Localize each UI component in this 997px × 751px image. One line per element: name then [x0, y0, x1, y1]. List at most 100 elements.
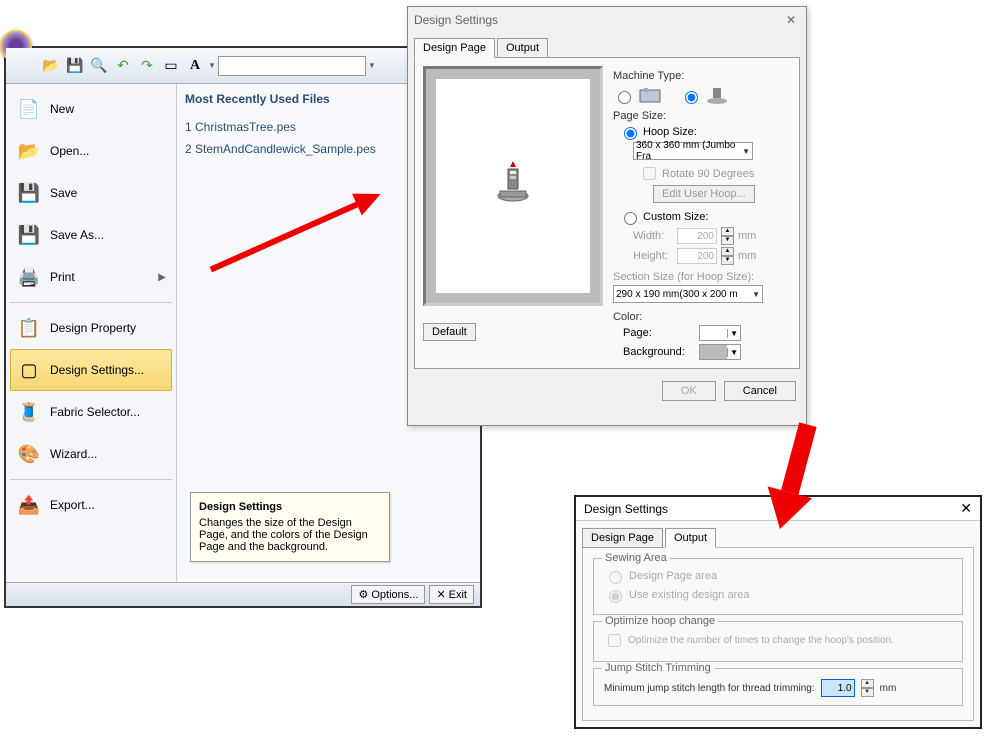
- design-settings-tooltip: Design Settings Changes the size of the …: [190, 492, 390, 562]
- page-preview: [423, 66, 603, 306]
- section-size-dropdown[interactable]: 290 x 190 mm(300 x 200 m ▼: [613, 285, 763, 303]
- menu-open[interactable]: 📂 Open...: [10, 130, 172, 172]
- settings-right-panel: Machine Type: Page Size: Hoop Size: 360 …: [613, 66, 791, 360]
- print-icon: 🖨️: [16, 264, 42, 290]
- menu-design-settings[interactable]: ▢ Design Settings...: [10, 349, 172, 391]
- dropdown-arrow-icon: ▼: [752, 290, 760, 299]
- checkbox-rotate90: [643, 167, 656, 180]
- dialog-titlebar: Design Settings ✕: [408, 7, 806, 33]
- sewing-machine-icon: [636, 86, 664, 106]
- dialog-buttons: OK Cancel: [408, 375, 806, 407]
- menu-label: Save As...: [50, 228, 104, 242]
- fabric-icon: 🧵: [16, 399, 42, 425]
- spin-down-icon[interactable]: ▼: [721, 256, 734, 265]
- machine-type-option-2[interactable]: [680, 86, 731, 106]
- menu-export[interactable]: 📤 Export...: [10, 484, 172, 526]
- menu-label: Export...: [50, 498, 95, 512]
- redo-icon[interactable]: ↷: [136, 55, 158, 77]
- menu-print[interactable]: 🖨️ Print ▶: [10, 256, 172, 298]
- menu-fabric-selector[interactable]: 🧵 Fabric Selector...: [10, 391, 172, 433]
- exit-label: Exit: [449, 589, 467, 601]
- page-size-label: Page Size:: [613, 110, 791, 122]
- design-settings-dialog: Design Settings ✕ Design Page Output: [407, 6, 807, 426]
- text-icon[interactable]: A: [184, 55, 206, 77]
- optimize-hoop-group: Optimize hoop change Optimize the number…: [593, 621, 963, 662]
- zoom-icon[interactable]: 🔍: [88, 55, 110, 77]
- dropdown-arrow-icon: ▼: [727, 348, 740, 357]
- menu-wizard[interactable]: 🎨 Wizard...: [10, 433, 172, 475]
- section-size-label: Section Size (for Hoop Size):: [613, 271, 791, 283]
- menu-label: Wizard...: [50, 447, 97, 461]
- dropdown-arrow-icon: ▼: [742, 147, 750, 156]
- hoop-size-dropdown[interactable]: 360 x 360 mm (Jumbo Fra ▼: [633, 142, 753, 160]
- menu-save-as[interactable]: 💾 Save As...: [10, 214, 172, 256]
- radio-machine-2[interactable]: [685, 91, 698, 104]
- menu-new[interactable]: 📄 New: [10, 88, 172, 130]
- height-label: Height:: [633, 250, 673, 262]
- menu-label: Fabric Selector...: [50, 405, 140, 419]
- page-icon[interactable]: ▭: [160, 55, 182, 77]
- sewing-area-legend: Sewing Area: [602, 552, 670, 564]
- close-icon[interactable]: ✕: [782, 13, 800, 27]
- height-input[interactable]: [677, 248, 717, 264]
- undo-icon[interactable]: ↶: [112, 55, 134, 77]
- width-input[interactable]: [677, 228, 717, 244]
- radio-custom-size[interactable]: [624, 212, 637, 225]
- radio-hoop-size[interactable]: [624, 127, 637, 140]
- tab-design-page[interactable]: Design Page: [414, 38, 495, 58]
- exit-button[interactable]: ✕ Exit: [429, 585, 474, 604]
- spin-up-icon[interactable]: ▲: [721, 247, 734, 256]
- spin-down-icon[interactable]: ▼: [721, 236, 734, 245]
- background-color-label: Background:: [623, 346, 693, 358]
- close-icon: ✕: [436, 588, 445, 601]
- file-menu-column: 📄 New 📂 Open... 💾 Save 💾 Save As... 🖨️ P…: [6, 84, 176, 588]
- machine-type-option-1[interactable]: [613, 86, 664, 106]
- dialog-title: Design Settings: [414, 13, 498, 27]
- tooltip-body: Changes the size of the Design Page, and…: [199, 517, 381, 553]
- page-color-dropdown[interactable]: ▼: [699, 325, 741, 341]
- tab-output[interactable]: Output: [497, 38, 548, 58]
- save-icon[interactable]: 💾: [64, 55, 86, 77]
- gear-icon: ⚙: [358, 588, 368, 601]
- ok-button[interactable]: OK: [662, 381, 716, 401]
- optimize-checkbox: Optimize the number of times to change t…: [604, 631, 952, 650]
- wizard-icon: 🎨: [16, 441, 42, 467]
- menu-label: Save: [50, 186, 77, 200]
- background-color-dropdown[interactable]: ▼: [699, 344, 741, 360]
- menu-label: New: [50, 102, 74, 116]
- property-icon: 📋: [16, 315, 42, 341]
- menu-save[interactable]: 💾 Save: [10, 172, 172, 214]
- spin-up-icon[interactable]: ▲: [861, 679, 874, 688]
- default-button[interactable]: Default: [423, 323, 476, 341]
- font-size-dropdown[interactable]: [218, 56, 366, 76]
- jump-stitch-input[interactable]: [821, 679, 855, 697]
- spin-up-icon[interactable]: ▲: [721, 227, 734, 236]
- close-icon[interactable]: ✕: [960, 500, 972, 517]
- embroidery-machine-icon: [703, 86, 731, 106]
- dialog-title: Design Settings: [584, 502, 668, 516]
- jump-stitch-legend: Jump Stitch Trimming: [602, 662, 714, 674]
- save-disk-icon: 💾: [16, 180, 42, 206]
- cancel-button[interactable]: Cancel: [724, 381, 796, 401]
- options-label: Options...: [371, 589, 418, 601]
- spin-down-icon[interactable]: ▼: [861, 688, 874, 697]
- section-size-value: 290 x 190 mm(300 x 200 m: [616, 289, 738, 300]
- design-page-area-radio: Design Page area: [604, 568, 952, 584]
- hoop-size-radio[interactable]: Hoop Size:: [619, 124, 791, 140]
- menu-label: Open...: [50, 144, 89, 158]
- tab-design-page[interactable]: Design Page: [582, 528, 663, 548]
- tab-output[interactable]: Output: [665, 528, 716, 548]
- edit-user-hoop-button[interactable]: Edit User Hoop...: [653, 185, 755, 203]
- menu-design-property[interactable]: 📋 Design Property: [10, 307, 172, 349]
- open-icon[interactable]: 📂: [40, 55, 62, 77]
- open-folder-icon: 📂: [16, 138, 42, 164]
- radio-machine-1[interactable]: [618, 91, 631, 104]
- unit-label: mm: [738, 230, 756, 242]
- menu-label: Design Settings...: [50, 363, 144, 377]
- options-button[interactable]: ⚙ Options...: [351, 585, 425, 604]
- hoop-size-value: 360 x 360 mm (Jumbo Fra: [636, 140, 742, 162]
- machine-preview-icon: [488, 161, 538, 211]
- custom-size-radio[interactable]: Custom Size:: [619, 209, 791, 225]
- width-label: Width:: [633, 230, 673, 242]
- sewing-area-group: Sewing Area Design Page area Use existin…: [593, 558, 963, 615]
